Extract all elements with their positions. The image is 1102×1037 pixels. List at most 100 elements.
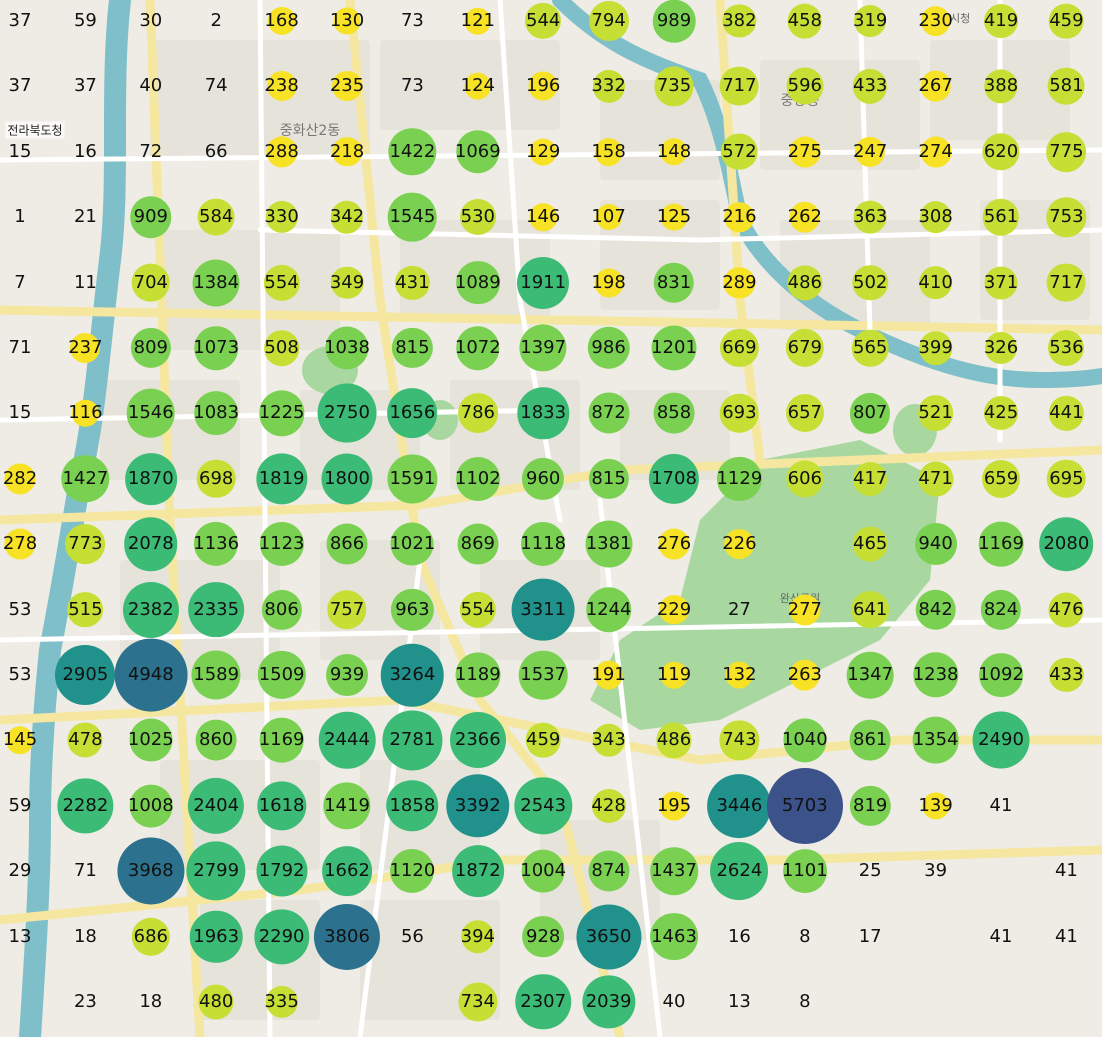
- density-marker[interactable]: [660, 203, 688, 231]
- density-marker[interactable]: [464, 7, 492, 35]
- density-marker[interactable]: [854, 5, 887, 37]
- density-marker[interactable]: [912, 717, 959, 764]
- density-marker[interactable]: [4, 463, 36, 495]
- density-marker[interactable]: [917, 395, 954, 432]
- density-marker[interactable]: [853, 200, 887, 234]
- density-marker[interactable]: [659, 594, 689, 625]
- density-marker[interactable]: [660, 661, 688, 689]
- density-marker[interactable]: [387, 388, 438, 439]
- density-marker[interactable]: [789, 659, 821, 691]
- density-marker[interactable]: [766, 767, 843, 844]
- density-marker[interactable]: [783, 718, 827, 762]
- density-marker[interactable]: [456, 130, 500, 174]
- density-marker[interactable]: [650, 847, 698, 895]
- density-marker[interactable]: [131, 263, 171, 302]
- density-marker[interactable]: [388, 192, 437, 242]
- density-marker[interactable]: [122, 581, 179, 638]
- density-marker[interactable]: [259, 718, 304, 763]
- density-marker[interactable]: [322, 846, 372, 897]
- density-marker[interactable]: [724, 529, 755, 560]
- density-marker[interactable]: [451, 845, 504, 898]
- density-marker[interactable]: [787, 3, 823, 39]
- density-marker[interactable]: [588, 1, 629, 41]
- density-marker[interactable]: [455, 652, 501, 698]
- density-marker[interactable]: [186, 841, 246, 901]
- density-marker[interactable]: [455, 260, 500, 305]
- density-marker[interactable]: [517, 256, 570, 309]
- density-marker[interactable]: [594, 137, 623, 166]
- density-marker[interactable]: [263, 330, 300, 366]
- density-marker[interactable]: [332, 137, 362, 167]
- density-marker[interactable]: [117, 837, 185, 905]
- density-marker[interactable]: [522, 915, 565, 958]
- density-marker[interactable]: [725, 661, 753, 689]
- density-marker[interactable]: [522, 457, 565, 500]
- density-marker[interactable]: [920, 71, 951, 102]
- density-marker[interactable]: [198, 984, 234, 1020]
- density-marker[interactable]: [852, 526, 888, 562]
- density-marker[interactable]: [259, 522, 304, 567]
- density-marker[interactable]: [196, 459, 236, 499]
- density-marker[interactable]: [521, 522, 566, 567]
- density-marker[interactable]: [595, 204, 622, 231]
- density-marker[interactable]: [652, 0, 696, 43]
- density-marker[interactable]: [194, 391, 239, 436]
- density-marker[interactable]: [721, 133, 758, 171]
- density-marker[interactable]: [782, 849, 827, 894]
- density-marker[interactable]: [511, 578, 575, 642]
- density-marker[interactable]: [654, 66, 694, 106]
- density-marker[interactable]: [333, 7, 361, 35]
- density-marker[interactable]: [588, 850, 630, 892]
- density-marker[interactable]: [659, 791, 689, 821]
- density-marker[interactable]: [588, 392, 630, 434]
- density-marker[interactable]: [313, 903, 381, 970]
- density-marker[interactable]: [849, 719, 891, 761]
- density-marker[interactable]: [188, 777, 245, 834]
- density-marker[interactable]: [381, 643, 444, 707]
- density-marker[interactable]: [658, 528, 690, 560]
- density-marker[interactable]: [528, 71, 558, 101]
- density-marker[interactable]: [458, 982, 498, 1022]
- density-marker[interactable]: [4, 528, 36, 560]
- density-marker[interactable]: [459, 199, 496, 236]
- density-marker[interactable]: [390, 849, 435, 894]
- density-marker[interactable]: [786, 67, 824, 105]
- density-marker[interactable]: [456, 326, 500, 370]
- density-marker[interactable]: [789, 594, 821, 626]
- density-marker[interactable]: [981, 459, 1021, 498]
- density-marker[interactable]: [321, 453, 373, 505]
- density-marker[interactable]: [984, 4, 1018, 38]
- density-marker[interactable]: [386, 779, 439, 832]
- density-marker[interactable]: [585, 586, 632, 633]
- density-marker[interactable]: [457, 523, 499, 565]
- density-marker[interactable]: [918, 461, 954, 497]
- density-marker[interactable]: [846, 651, 894, 699]
- density-marker[interactable]: [256, 845, 308, 897]
- density-marker[interactable]: [317, 383, 377, 443]
- density-marker[interactable]: [576, 904, 642, 970]
- density-marker[interactable]: [984, 266, 1018, 300]
- density-marker[interactable]: [1049, 3, 1084, 39]
- density-marker[interactable]: [521, 849, 565, 893]
- density-marker[interactable]: [789, 201, 821, 233]
- density-marker[interactable]: [972, 711, 1030, 769]
- density-marker[interactable]: [1048, 329, 1085, 367]
- density-marker[interactable]: [130, 196, 172, 238]
- density-marker[interactable]: [525, 723, 561, 758]
- density-marker[interactable]: [1046, 263, 1086, 303]
- density-marker[interactable]: [979, 653, 1023, 697]
- density-marker[interactable]: [518, 650, 568, 700]
- density-marker[interactable]: [195, 719, 237, 761]
- density-marker[interactable]: [67, 591, 104, 628]
- density-marker[interactable]: [194, 326, 238, 370]
- density-marker[interactable]: [851, 329, 889, 367]
- density-marker[interactable]: [455, 456, 500, 501]
- density-marker[interactable]: [915, 589, 956, 630]
- density-marker[interactable]: [650, 912, 698, 961]
- density-marker[interactable]: [594, 268, 624, 298]
- density-marker[interactable]: [919, 201, 952, 234]
- density-marker[interactable]: [261, 589, 302, 630]
- density-marker[interactable]: [129, 784, 173, 828]
- density-marker[interactable]: [789, 136, 821, 168]
- density-marker[interactable]: [382, 710, 442, 770]
